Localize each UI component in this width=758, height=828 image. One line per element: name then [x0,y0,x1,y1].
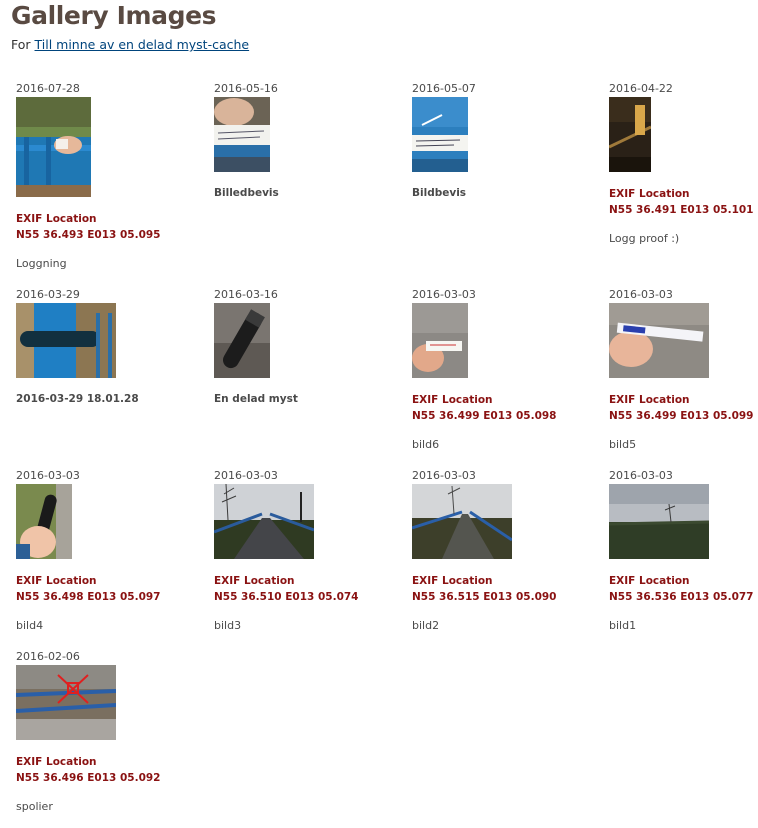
gallery-item: 2016-03-03 EXIF Location N55 36.510 E013… [214,469,399,633]
exif-coordinates: N55 36.515 E013 05.090 [412,591,557,603]
image-date: 2016-03-03 [609,469,673,482]
photo-dark-night-icon[interactable] [609,97,651,172]
photo-field-landscape-icon[interactable] [609,484,709,559]
gallery-item: 2016-03-16 En delad myst [214,288,399,406]
exif-coordinates: N55 36.498 E013 05.097 [16,591,161,603]
image-description: spolier [16,800,53,813]
gallery-item: 2016-03-03 EXIF Location N55 36.499 E013… [412,288,597,452]
exif-location-label: EXIF Location [16,213,97,225]
page-title: Gallery Images [11,1,217,30]
image-date: 2016-02-06 [16,650,80,663]
photo-bridge-path-icon[interactable] [214,484,314,559]
photo-hand-with-strip-icon[interactable] [609,303,709,378]
exif-coordinates: N55 36.491 E013 05.101 [609,204,754,216]
exif-location-label: EXIF Location [412,394,493,406]
gallery-item: 2016-03-03 EXIF Location N55 36.515 E013… [412,469,597,633]
image-date: 2016-03-16 [214,288,278,301]
gallery-item: 2016-04-22 EXIF Location N55 36.491 E013… [609,82,758,246]
image-description: Loggning [16,257,67,270]
image-caption: Bildbevis [412,187,467,199]
gallery-item: 2016-05-16 Billedbevis [214,82,399,200]
photo-log-strip-icon[interactable] [214,97,270,172]
photo-hand-on-blue-railing-icon[interactable] [16,97,91,197]
exif-location-label: EXIF Location [609,188,690,200]
exif-coordinates: N55 36.493 E013 05.095 [16,229,161,241]
image-date: 2016-05-07 [412,82,476,95]
gallery-item: 2016-02-06 EXIF Location N55 36.496 E013… [16,650,201,814]
gallery-item: 2016-03-03 EXIF Location N55 36.498 E013… [16,469,201,633]
image-date: 2016-07-28 [16,82,80,95]
image-date: 2016-03-03 [609,288,673,301]
photo-tube-on-blue-post-icon[interactable] [16,303,116,378]
exif-location-label: EXIF Location [16,756,97,768]
exif-coordinates: N55 36.499 E013 05.099 [609,410,754,422]
exif-location-label: EXIF Location [609,575,690,587]
image-date: 2016-04-22 [609,82,673,95]
image-description: bild6 [412,438,440,451]
photo-bridge-path-2-icon[interactable] [412,484,512,559]
exif-location-label: EXIF Location [609,394,690,406]
image-description: bild3 [214,619,242,632]
image-date: 2016-03-03 [412,288,476,301]
photo-black-tube-icon[interactable] [214,303,270,378]
gallery-item: 2016-07-28 EXIF Location N55 36.493 E013… [16,82,201,271]
image-description: bild1 [609,619,637,632]
photo-hand-holding-tube-icon[interactable] [16,484,72,559]
cache-link[interactable]: Till minne av en delad myst-cache [35,37,250,52]
photo-log-strip-on-blue-icon[interactable] [412,97,468,172]
exif-coordinates: N55 36.510 E013 05.074 [214,591,359,603]
exif-location-label: EXIF Location [412,575,493,587]
gallery-item: 2016-03-03 EXIF Location N55 36.536 E013… [609,469,758,633]
for-label: For [11,37,31,52]
image-date: 2016-05-16 [214,82,278,95]
exif-location-label: EXIF Location [16,575,97,587]
image-description: bild2 [412,619,440,632]
gallery-item: 2016-03-29 2016-03-29 18.01.28 [16,288,201,406]
exif-coordinates: N55 36.499 E013 05.098 [412,410,557,422]
image-date: 2016-03-29 [16,288,80,301]
exif-location-label: EXIF Location [214,575,295,587]
image-date: 2016-03-03 [412,469,476,482]
image-date: 2016-03-03 [16,469,80,482]
exif-coordinates: N55 36.536 E013 05.077 [609,591,754,603]
image-caption: Billedbevis [214,187,279,199]
image-description: bild5 [609,438,637,451]
photo-hand-with-paper-icon[interactable] [412,303,468,378]
photo-railing-spoiler-icon[interactable] [16,665,116,740]
image-date: 2016-03-03 [214,469,278,482]
gallery-item: 2016-03-03 EXIF Location N55 36.499 E013… [609,288,758,452]
image-description: bild4 [16,619,44,632]
exif-coordinates: N55 36.496 E013 05.092 [16,772,161,784]
gallery-item: 2016-05-07 Bildbevis [412,82,597,200]
image-caption: 2016-03-29 18.01.28 [16,393,139,405]
cache-subtitle: For Till minne av en delad myst-cache [11,37,249,52]
image-caption: En delad myst [214,393,298,405]
image-description: Logg proof :) [609,232,680,245]
